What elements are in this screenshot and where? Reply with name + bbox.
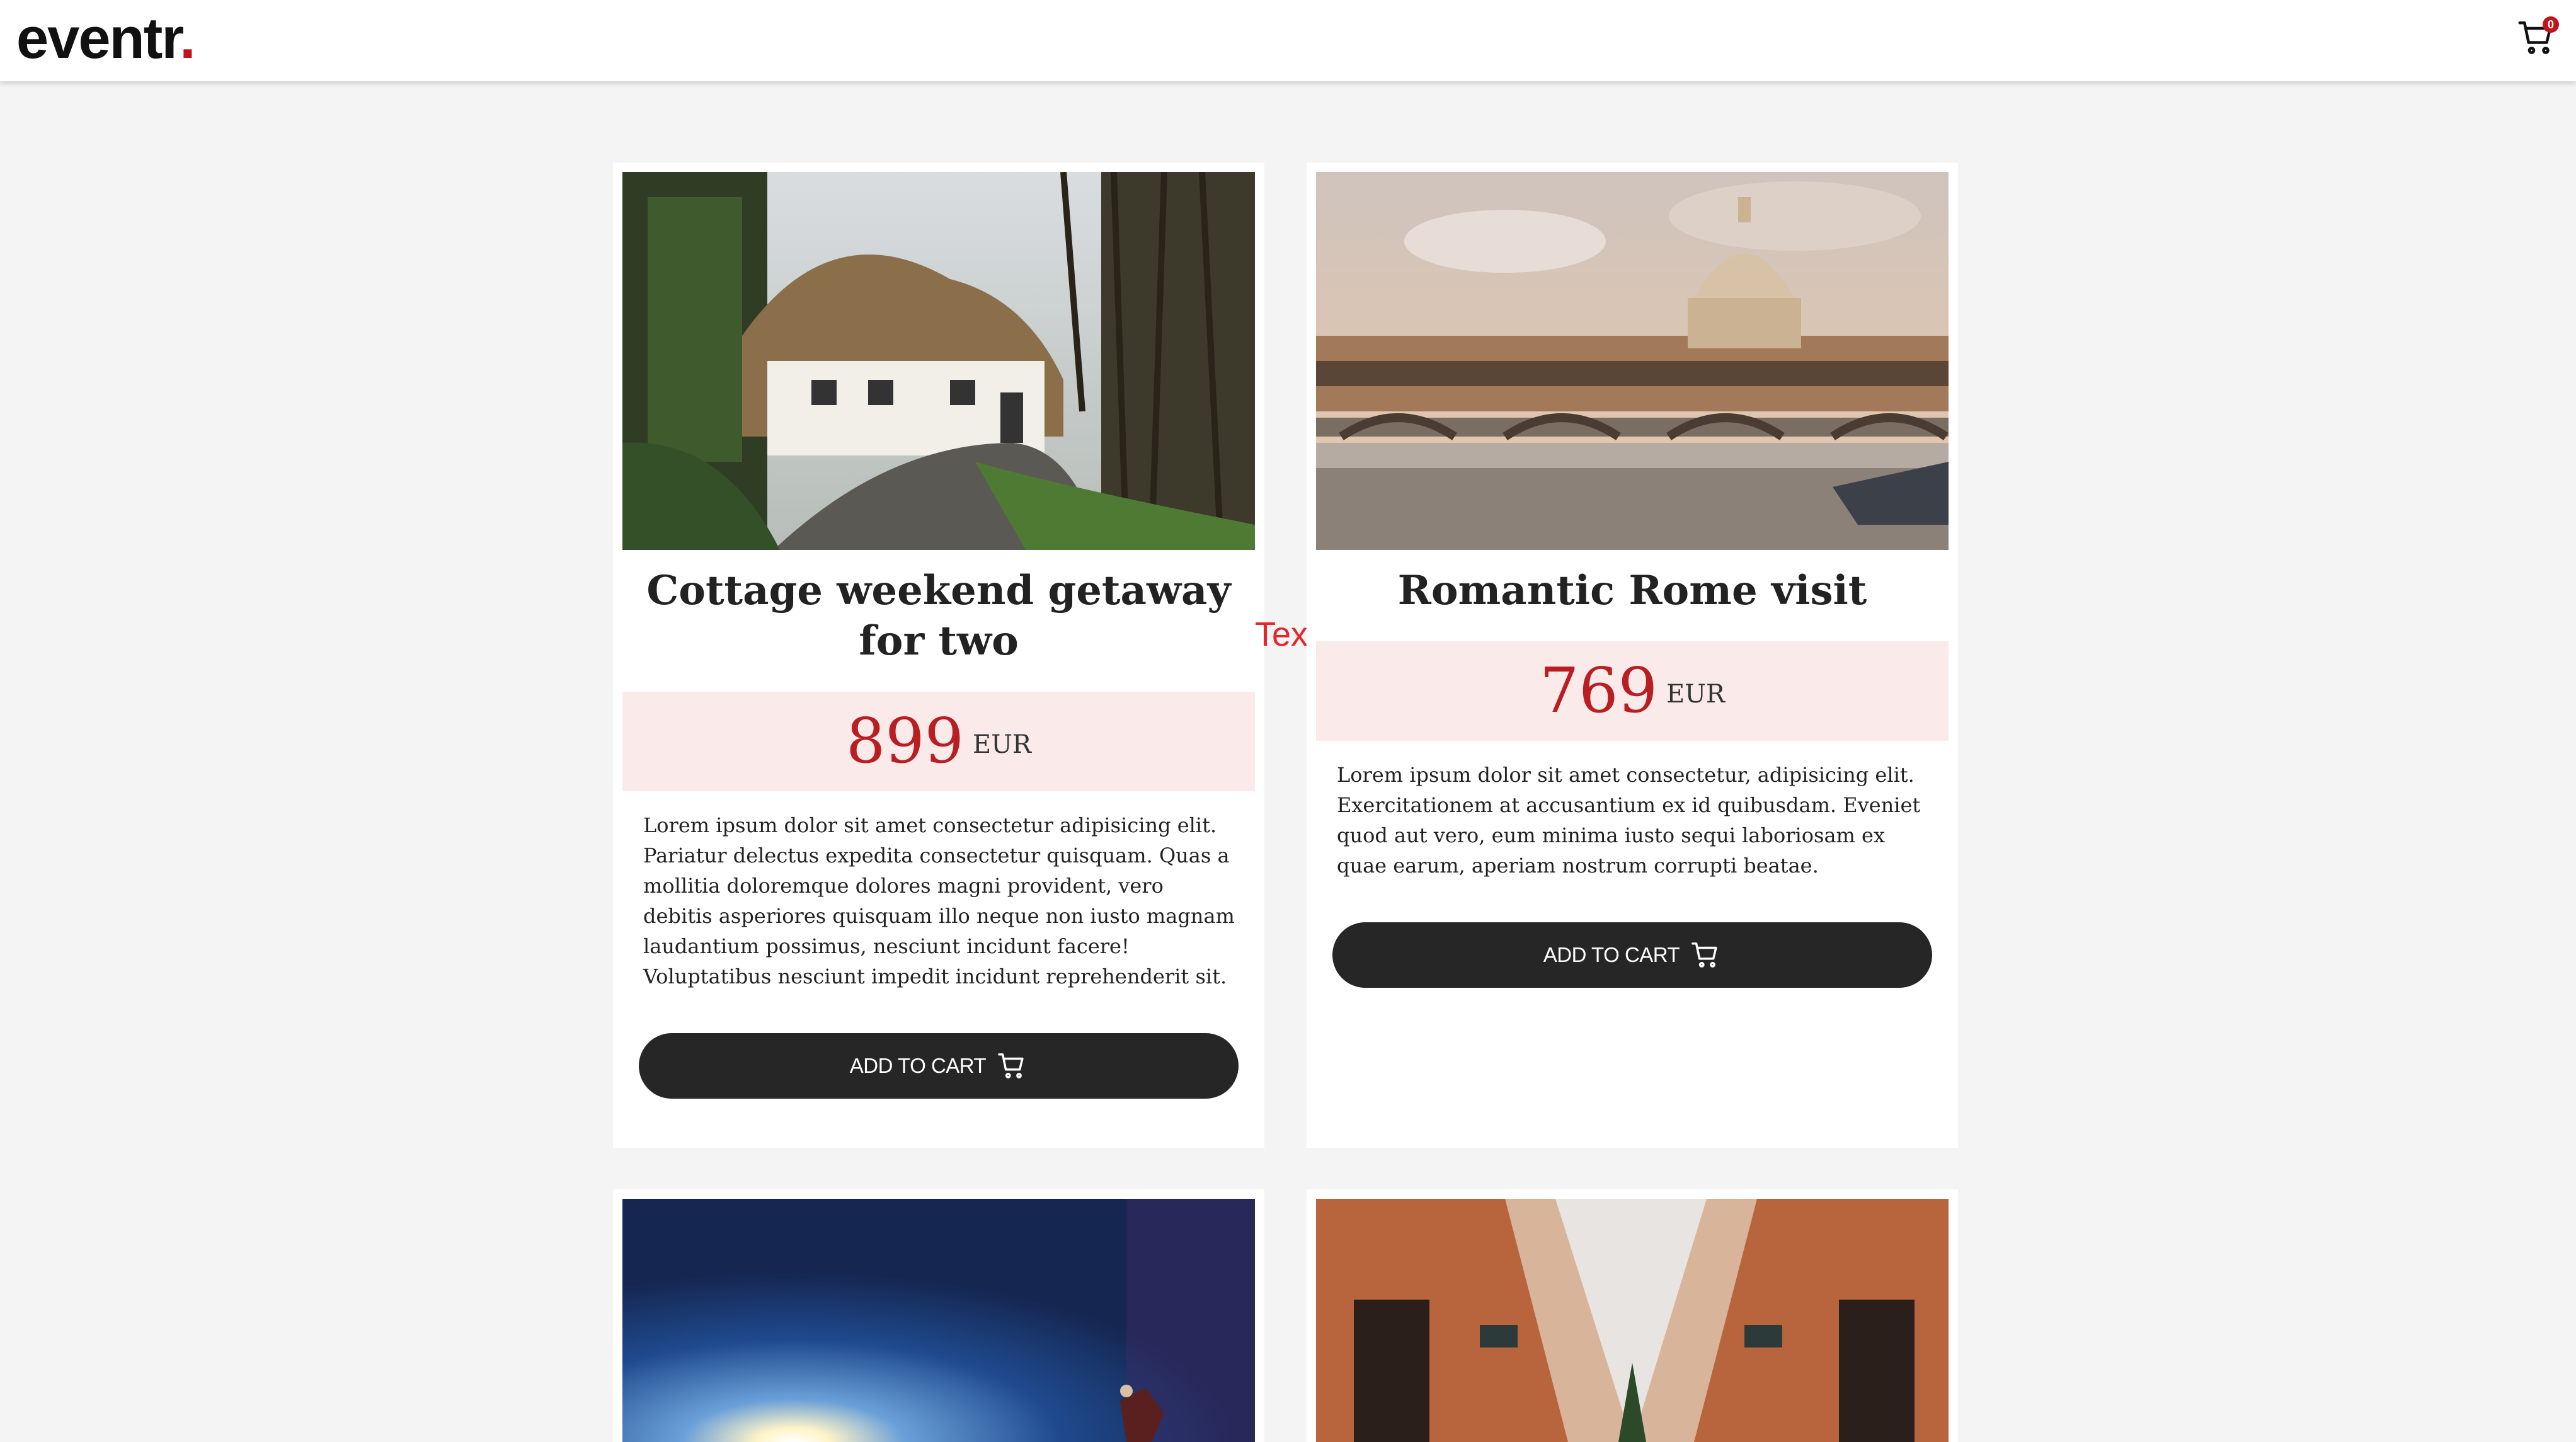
product-image-cottage[interactable] (622, 172, 1255, 550)
logo[interactable]: eventr. (16, 4, 196, 73)
product-card (613, 1189, 1264, 1442)
add-to-cart-label: ADD TO CART (1543, 943, 1680, 966)
product-card: Cottage weekend getaway for two 899 EUR … (613, 163, 1264, 1148)
top-header: eventr. 0 (0, 0, 2576, 81)
price-band: 899 EUR (622, 692, 1255, 791)
add-to-cart-button[interactable]: ADD TO CART (639, 1033, 1239, 1099)
product-card (1307, 1189, 1958, 1442)
cart-count-badge: 0 (2543, 16, 2559, 33)
product-description: Lorem ipsum dolor sit amet consectetur a… (643, 813, 1235, 988)
cart-icon (998, 1053, 1024, 1079)
logo-dot: . (180, 6, 196, 71)
cart-icon (1692, 942, 1717, 968)
price-value: 899 (845, 706, 965, 777)
add-to-cart-label: ADD TO CART (849, 1054, 987, 1077)
product-title: Cottage weekend getaway for two (646, 567, 1231, 665)
price-currency: EUR (973, 730, 1032, 759)
price-band: 769 EUR (1316, 641, 1949, 741)
add-to-cart-button[interactable]: ADD TO CART (1332, 922, 1932, 988)
product-image-arcade[interactable] (1316, 1199, 1949, 1442)
product-description: Lorem ipsum dolor sit amet consectetur, … (1337, 763, 1921, 878)
product-image-rome[interactable] (1316, 172, 1949, 550)
price-currency: EUR (1666, 680, 1726, 709)
product-card: Romantic Rome visit 769 EUR Lorem ipsum … (1307, 163, 1958, 1148)
product-title: Romantic Rome visit (1397, 567, 1867, 614)
price-value: 769 (1539, 655, 1658, 727)
product-image-skier[interactable] (622, 1199, 1255, 1442)
logo-text: eventr (16, 6, 181, 71)
